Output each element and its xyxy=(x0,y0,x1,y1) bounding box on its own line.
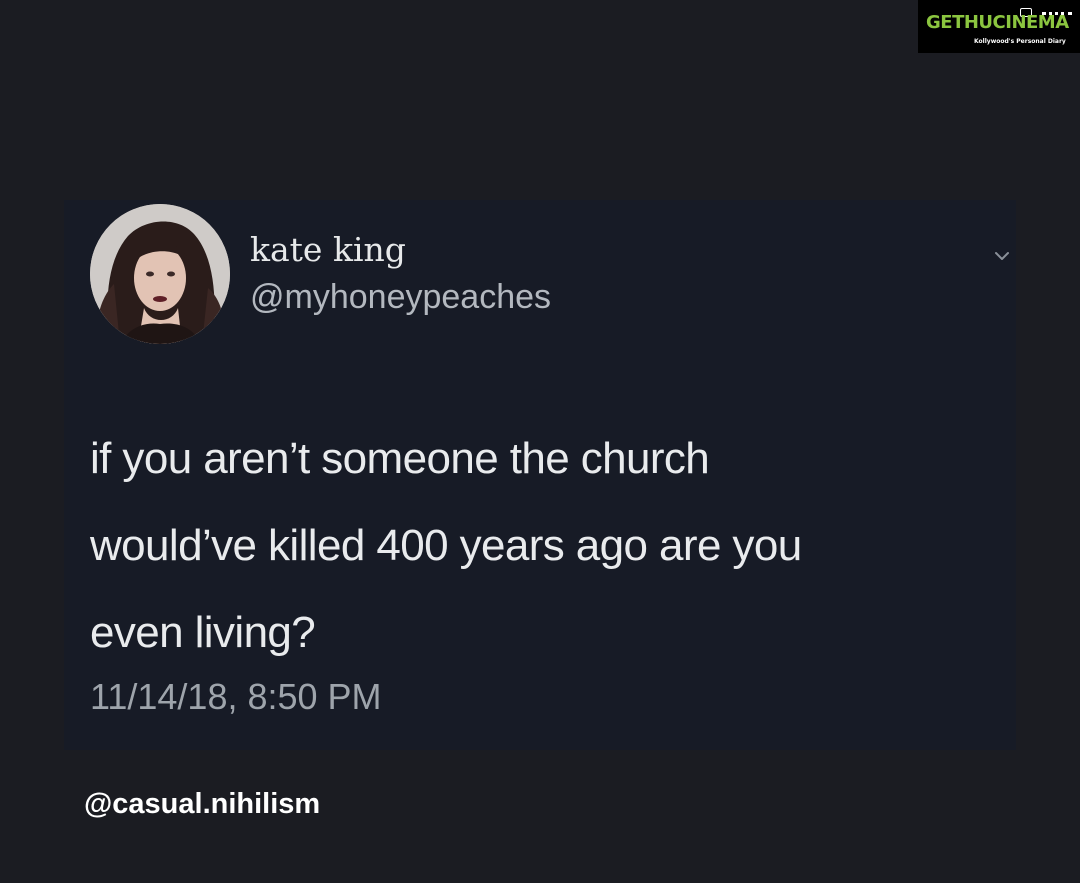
watermark-brand-right: CINEMA xyxy=(992,12,1070,33)
watermark-brand-text: GETHUCINEMA xyxy=(926,12,1069,34)
tweet-text-line: would’ve killed 400 years ago are you xyxy=(90,521,802,570)
avatar[interactable] xyxy=(90,204,230,344)
watermark-brand-left: GETHU xyxy=(926,12,993,33)
display-name[interactable]: kate king xyxy=(250,230,406,270)
watermark-logo: GETHUCINEMA Kollywood's Personal Diary xyxy=(918,0,1080,53)
watermark-brand: GETHUCINEMA Kollywood's Personal Diary xyxy=(926,8,1072,45)
tweet-text: if you aren’t someone the church would’v… xyxy=(90,415,1010,676)
user-handle[interactable]: @myhoneypeaches xyxy=(250,276,551,318)
tweet-card: kate king @myhoneypeaches if you aren’t … xyxy=(64,200,1016,750)
tweet-text-line: even living? xyxy=(90,608,316,657)
post-image: GETHUCINEMA Kollywood's Personal Diary k… xyxy=(0,0,1080,883)
watermark-tagline: Kollywood's Personal Diary xyxy=(974,38,1066,45)
avatar-portrait xyxy=(90,204,230,344)
chevron-down-icon[interactable] xyxy=(994,248,1010,264)
tweet-timestamp[interactable]: 11/14/18, 8:50 PM xyxy=(90,675,382,719)
tweet-text-line: if you aren’t someone the church xyxy=(90,434,710,483)
source-credit: @casual.nihilism xyxy=(84,788,321,820)
